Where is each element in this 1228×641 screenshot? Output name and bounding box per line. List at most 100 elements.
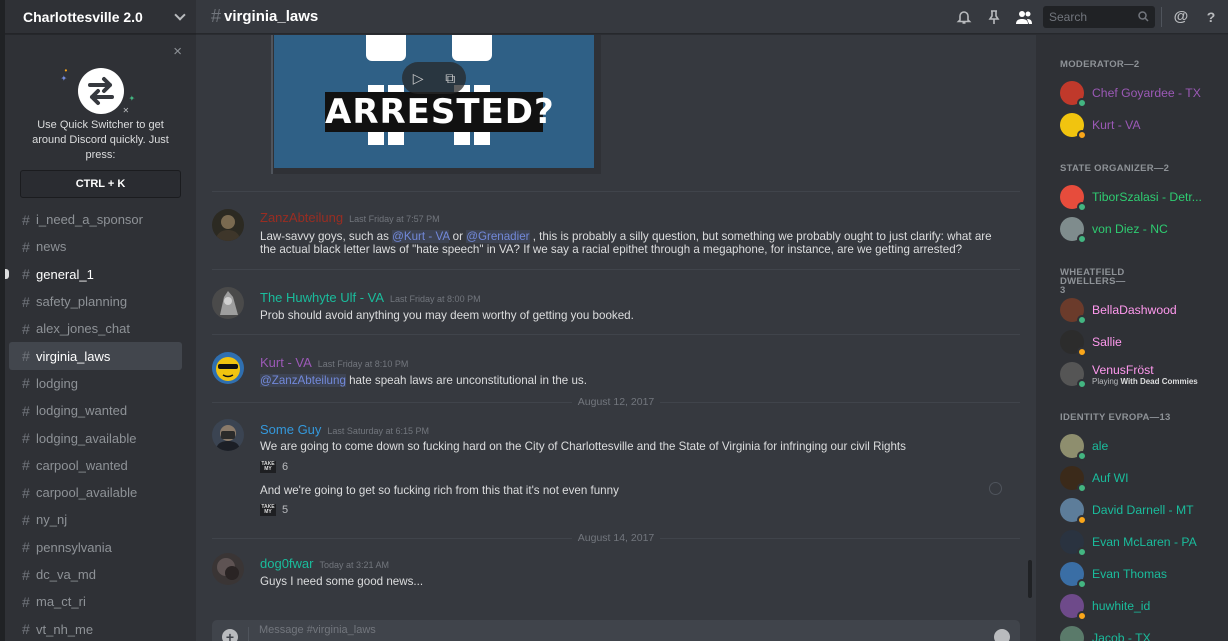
member-avatar — [1060, 362, 1087, 389]
avatar[interactable] — [212, 209, 244, 241]
channel-ma-ct-ri[interactable]: # ma_ct_ri — [9, 588, 182, 615]
upload-icon[interactable]: + — [222, 629, 238, 641]
member-item[interactable]: Kurt - VA — [1060, 111, 1228, 140]
image-embed[interactable]: ARRESTED? ▷ ⧉ — [271, 35, 601, 174]
play-icon[interactable]: ▷ — [413, 70, 424, 87]
member-item[interactable]: Evan McLaren - PA — [1060, 528, 1228, 557]
channel-name: virginia_laws — [36, 348, 111, 364]
channel-lodging[interactable]: # lodging — [9, 370, 182, 397]
mentions-icon[interactable]: @ — [1170, 6, 1192, 28]
member-item[interactable]: TiborSzalasi - Detr... — [1060, 183, 1228, 212]
member-item[interactable]: Chef Goyardee - TX — [1060, 79, 1228, 108]
status-online-icon — [1077, 202, 1087, 212]
channel-hash-icon: # — [22, 266, 30, 283]
channel-name: dc_va_md — [36, 567, 96, 582]
message-content: Guys I need some good news... — [260, 575, 424, 588]
mention[interactable]: @Grenadier — [466, 230, 530, 243]
channel-carpool-wanted[interactable]: # carpool_wanted — [9, 452, 182, 479]
reaction-button[interactable]: TAKE MY 5 — [260, 502, 288, 518]
channel-dc-va-md[interactable]: # dc_va_md — [9, 561, 182, 588]
channel-name: lodging_available — [36, 430, 137, 446]
member-item[interactable]: VenusFröst Playing With Dead Commies — [1060, 360, 1228, 389]
channel-hash-icon: # — [22, 293, 30, 310]
channel-safety-planning[interactable]: # safety_planning — [9, 288, 182, 315]
member-avatar — [1060, 217, 1087, 244]
status-idle-icon — [1077, 130, 1087, 140]
members-icon[interactable] — [1013, 6, 1035, 28]
channel-name: lodging — [36, 375, 78, 391]
mention[interactable]: @Kurt - VA — [392, 230, 450, 243]
channel-i-need-a-sponsor[interactable]: # i_need_a_sponsor — [9, 206, 182, 233]
channel-vt-nh-me[interactable]: # vt_nh_me — [9, 615, 182, 641]
message-content: And we're going to get so fucking rich f… — [260, 484, 619, 497]
avatar[interactable] — [212, 419, 244, 451]
member-item[interactable]: BellaDashwood — [1060, 296, 1228, 325]
video-controls[interactable]: ▷ ⧉ — [402, 62, 466, 94]
member-avatar — [1060, 298, 1087, 325]
avatar[interactable] — [212, 553, 244, 585]
reaction-button[interactable]: TAKE MY 6 — [260, 459, 288, 475]
channel-ny-nj[interactable]: # ny_nj — [9, 506, 182, 533]
status-idle-icon — [1077, 611, 1087, 621]
external-link-icon[interactable]: ⧉ — [445, 70, 455, 87]
message-timestamp: Today at 3:21 AM — [319, 560, 390, 570]
channel-lodging-available[interactable]: # lodging_available — [9, 424, 182, 451]
avatar[interactable] — [212, 287, 244, 319]
quick-switcher-shortcut[interactable]: CTRL + K — [20, 170, 181, 198]
member-name: Evan Thomas — [1092, 567, 1167, 581]
embed-image: ARRESTED? ▷ ⧉ — [274, 35, 594, 168]
message-author[interactable]: ZanzAbteilung — [260, 210, 343, 225]
message-timestamp: Last Friday at 7:57 PM — [349, 214, 440, 224]
member-item[interactable]: David Darnell - MT — [1060, 496, 1228, 525]
message-content: @ZanzAbteilung hate speah laws are uncon… — [260, 374, 587, 387]
avatar[interactable] — [212, 352, 244, 384]
member-item[interactable]: von Diez - NC — [1060, 215, 1228, 244]
member-name: Evan McLaren - PA — [1092, 535, 1197, 549]
channel-name: pennsylvania — [36, 539, 112, 555]
message-timestamp: Last Saturday at 6:15 PM — [327, 426, 429, 436]
member-item[interactable]: Jacob - TX — [1060, 624, 1228, 641]
scrollbar[interactable] — [1028, 560, 1032, 598]
add-reaction-icon[interactable] — [989, 482, 1002, 495]
message-author[interactable]: dog0fwar — [260, 556, 313, 571]
pin-icon[interactable] — [983, 6, 1005, 28]
member-name: David Darnell - MT — [1092, 503, 1194, 517]
channel-virginia-laws[interactable]: # virginia_laws — [9, 342, 182, 370]
help-icon[interactable]: ? — [1200, 6, 1222, 28]
message-author[interactable]: Kurt - VA — [260, 355, 312, 370]
channel-general-1[interactable]: # general_1 — [5, 261, 182, 288]
message-input[interactable]: Message #virginia_laws — [259, 624, 994, 636]
sparkle-icon: • — [64, 66, 68, 75]
channel-hash-icon: # — [22, 375, 30, 392]
member-item[interactable]: Evan Thomas — [1060, 560, 1228, 589]
channel-pennsylvania[interactable]: # pennsylvania — [9, 534, 182, 561]
channel-name: ma_ct_ri — [36, 594, 86, 610]
member-category-title: WHEATFIELD DWELLERS—3 — [1060, 267, 1126, 296]
member-item[interactable]: ale — [1060, 432, 1228, 461]
message-author[interactable]: Some Guy — [260, 422, 321, 437]
message-composer[interactable]: + Message #virginia_laws — [212, 620, 1020, 641]
member-name: Sallie — [1092, 335, 1122, 349]
channel-name: safety_planning — [36, 294, 128, 310]
channel-news[interactable]: # news — [9, 233, 182, 260]
search-input[interactable]: Search — [1043, 5, 1155, 28]
channel-hash-icon: # — [22, 484, 30, 501]
member-item[interactable]: Auf WI — [1060, 464, 1228, 493]
mention[interactable]: @ZanzAbteilung — [260, 374, 346, 387]
channel-lodging-wanted[interactable]: # lodging_wanted — [9, 397, 182, 424]
message-author[interactable]: The Huwhyte Ulf - VA — [260, 290, 384, 305]
search-icon — [1138, 11, 1149, 22]
server-header[interactable]: Charlottesville 2.0 — [5, 0, 196, 34]
member-item[interactable]: Sallie — [1060, 328, 1228, 357]
bell-icon[interactable] — [953, 6, 975, 28]
channel-name: lodging_wanted — [36, 403, 128, 419]
channel-carpool-available[interactable]: # carpool_available — [9, 479, 182, 506]
member-avatar — [1060, 434, 1087, 461]
channel-alex-jones-chat[interactable]: # alex_jones_chat — [9, 315, 182, 342]
member-item[interactable]: huwhite_id — [1060, 592, 1228, 621]
chevron-down-icon[interactable] — [174, 8, 186, 21]
emoji-picker-icon[interactable] — [994, 629, 1010, 641]
server-name: Charlottesville 2.0 — [23, 8, 143, 25]
close-icon[interactable]: × — [173, 44, 182, 59]
member-list: MODERATOR—2 Chef Goyardee - TX Kurt - VA ST… — [1036, 35, 1228, 641]
